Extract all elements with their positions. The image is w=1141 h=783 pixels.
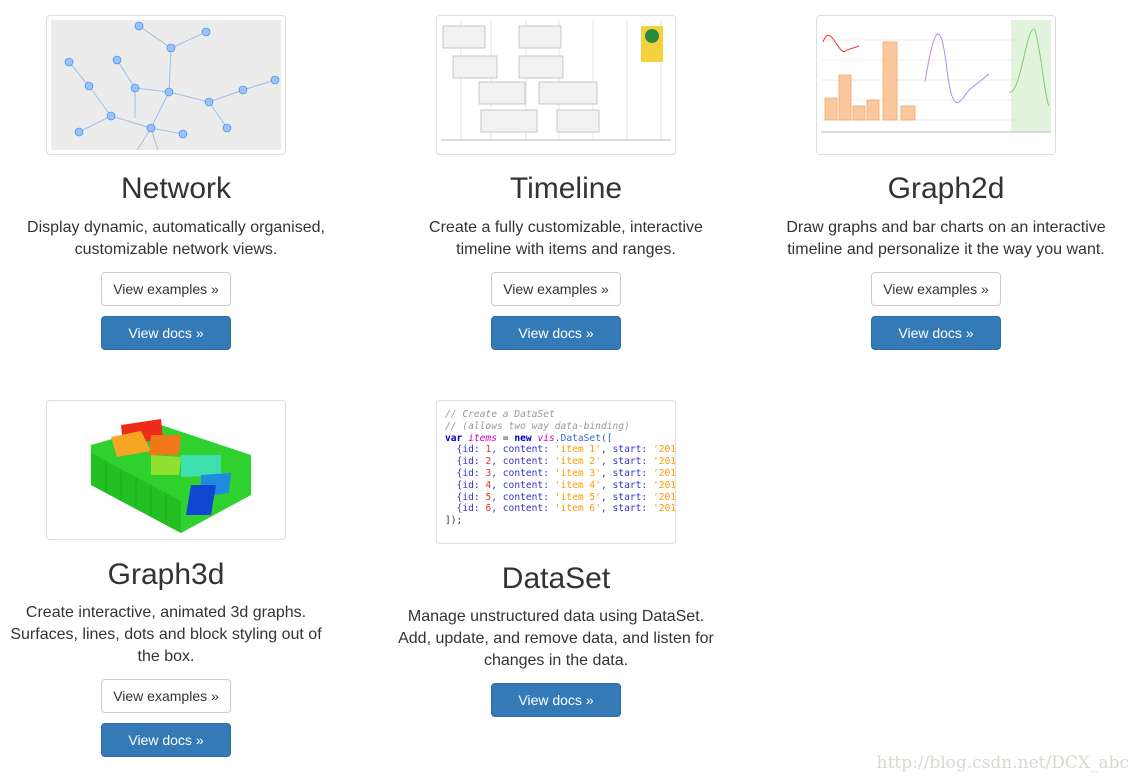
code-token: '201	[652, 444, 676, 456]
graph3d-view-examples-button[interactable]: View examples »	[101, 679, 231, 713]
code-token: '201	[652, 467, 676, 479]
code-token: , content:	[491, 444, 555, 456]
timeline-title: Timeline	[509, 172, 623, 205]
network-preview-image	[51, 20, 281, 150]
timeline-view-examples-button[interactable]: View examples »	[491, 272, 621, 306]
graph2d-preview-image	[821, 20, 1051, 133]
code-token: , content:	[491, 456, 555, 468]
code-token: '201	[652, 503, 676, 515]
dataset-description: Manage unstructured data using DataSet. …	[391, 606, 721, 672]
code-token: , content:	[491, 491, 555, 503]
timeline-preview-image	[441, 20, 671, 150]
code-line: {id: 2, content: 'item 2', start: '201	[445, 456, 676, 468]
code-line: ]);	[445, 515, 675, 527]
desc-line: timeline and personalize it the way you …	[787, 241, 1105, 258]
desc-line: Surfaces, lines, dots and block styling …	[10, 626, 322, 643]
code-line: {id: 6, content: 'item 6', start: '201	[445, 503, 676, 515]
code-line: var items = new vis.DataSet([	[445, 432, 675, 445]
timeline-view-docs-button[interactable]: View docs »	[491, 316, 621, 350]
code-token: 'item 3'	[554, 467, 601, 479]
timeline-description: Create a fully customizable, interactive…	[401, 217, 731, 261]
code-token: '201	[652, 491, 676, 503]
graph2d-bars	[824, 41, 916, 121]
code-token: {id:	[445, 444, 486, 456]
code-line: // (allows two way data-binding)	[445, 420, 675, 433]
graph3d-view-docs-button[interactable]: View docs »	[101, 723, 231, 757]
code-token: {id:	[445, 491, 486, 503]
network-thumbnail[interactable]	[46, 15, 286, 155]
code-token: .DataSet([	[554, 432, 613, 444]
desc-line: timeline with items and ranges.	[456, 241, 676, 258]
desc-line: Create interactive, animated 3d graphs.	[25, 604, 307, 621]
watermark: http://blog.csdn.net/DCX_abc	[876, 753, 1129, 773]
code-token: {id:	[445, 456, 486, 468]
code-token: , content:	[491, 479, 555, 491]
code-token: {id:	[445, 503, 486, 515]
desc-line: Add, update, and remove data, and listen…	[398, 630, 714, 647]
code-token: , start:	[600, 456, 653, 468]
code-token: , start:	[600, 503, 653, 515]
code-token: , start:	[600, 467, 653, 479]
code-token: 'item 4'	[554, 479, 601, 491]
timeline-thumbnail[interactable]	[436, 15, 676, 155]
code-line: {id: 1, content: 'item 1', start: '201	[445, 444, 676, 456]
desc-line: Display dynamic, automatically organised…	[27, 219, 325, 236]
desc-line: changes in the data.	[483, 652, 629, 669]
code-line: {id: 5, content: 'item 5', start: '201	[445, 491, 676, 504]
code-token: , start:	[600, 491, 653, 503]
graph2d-title: Graph2d	[887, 172, 1005, 205]
code-token: items	[468, 432, 497, 444]
dataset-view-docs-button[interactable]: View docs »	[491, 683, 621, 717]
code-token: {id:	[445, 479, 486, 491]
code-token: 'item 5'	[554, 491, 601, 503]
network-description: Display dynamic, automatically organised…	[11, 217, 341, 261]
graph3d-thumbnail[interactable]	[46, 400, 286, 540]
dataset-title: DataSet	[501, 562, 611, 595]
code-token: ]);	[445, 515, 463, 527]
graph2d-view-examples-button[interactable]: View examples »	[871, 272, 1001, 306]
code-line: {id: 4, content: 'item 4', start: '201	[445, 479, 676, 492]
desc-line: Manage unstructured data using DataSet.	[407, 608, 705, 625]
code-token: , start:	[600, 479, 653, 491]
code-token: =	[497, 432, 515, 444]
code-line: {id: 3, content: 'item 3', start: '201	[445, 467, 676, 480]
code-token: // Create a DataSet	[445, 409, 555, 420]
graph3d-preview-image	[91, 419, 251, 533]
network-title: Network	[120, 172, 232, 205]
code-token: 'item 6'	[554, 503, 601, 515]
code-token: {id:	[445, 467, 486, 479]
code-token: , start:	[600, 444, 653, 456]
graph2d-thumbnail[interactable]	[816, 15, 1056, 155]
desc-line: Create a fully customizable, interactive	[429, 219, 703, 236]
code-token: '201	[652, 456, 676, 468]
graph3d-description: Create interactive, animated 3d graphs. …	[1, 602, 331, 668]
dataset-thumbnail[interactable]: // Create a DataSet// (allows two way da…	[436, 400, 676, 544]
graph2d-description: Draw graphs and bar charts on an interac…	[781, 217, 1111, 261]
code-token: // (allows two way data-binding)	[445, 420, 630, 432]
desc-line: the box.	[137, 648, 195, 665]
graph3d-title: Graph3d	[107, 558, 225, 591]
code-token: new	[514, 432, 538, 444]
code-token: , content:	[491, 503, 555, 515]
dataset-code-sample: // Create a DataSet// (allows two way da…	[445, 409, 676, 527]
code-token: '201	[652, 479, 676, 491]
code-token: var	[445, 432, 469, 444]
network-view-examples-button[interactable]: View examples »	[101, 272, 231, 306]
code-token: vis	[537, 432, 555, 444]
graph2d-view-docs-button[interactable]: View docs »	[871, 316, 1001, 350]
network-view-docs-button[interactable]: View docs »	[101, 316, 231, 350]
desc-line: Draw graphs and bar charts on an interac…	[786, 219, 1106, 236]
code-token: 'item 1'	[554, 444, 601, 456]
code-token: , content:	[491, 467, 555, 479]
code-token: 'item 2'	[554, 456, 601, 468]
code-line: // Create a DataSet	[445, 409, 675, 421]
desc-line: customizable network views.	[74, 241, 278, 258]
